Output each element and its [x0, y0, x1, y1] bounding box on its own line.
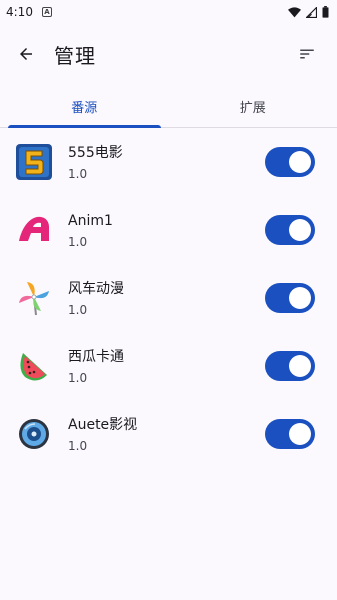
- sort-button[interactable]: [287, 34, 327, 74]
- toggle-thumb: [289, 287, 311, 309]
- item-name: Auete影视: [68, 416, 138, 433]
- toggle-thumb: [289, 355, 311, 377]
- list-item[interactable]: 555电影 1.0: [0, 128, 337, 196]
- toggle-thumb: [289, 423, 311, 445]
- back-button[interactable]: [4, 32, 48, 76]
- arrow-back-icon: [20, 48, 32, 60]
- source-list: 555电影 1.0 Anim1 1.0 风车动漫 1.0 西瓜卡通 1.0 Au…: [0, 128, 337, 468]
- watermelon-logo-icon: [15, 347, 53, 385]
- toggle-thumb: [289, 151, 311, 173]
- item-version: 1.0: [68, 234, 88, 249]
- top-app-bar: 管理: [0, 32, 337, 76]
- item-text: 西瓜卡通 1.0: [68, 348, 124, 385]
- page-title: 管理: [54, 43, 96, 68]
- item-text: Auete影视 1.0: [68, 416, 137, 453]
- notification-icon: A: [41, 7, 52, 17]
- toggle-thumb: [289, 219, 311, 241]
- tab-extensions[interactable]: 扩展: [169, 86, 337, 127]
- item-version: 1.0: [68, 438, 88, 453]
- enable-toggle[interactable]: [265, 419, 315, 449]
- auete-logo-icon: [15, 415, 53, 453]
- anim1-logo-icon: [15, 211, 53, 249]
- item-text: Anim1 1.0: [68, 212, 113, 249]
- list-item[interactable]: Anim1 1.0: [0, 196, 337, 264]
- item-text: 555电影 1.0: [68, 144, 123, 181]
- signal-icon: [306, 6, 317, 18]
- enable-toggle[interactable]: [265, 283, 315, 313]
- pinwheel-logo-icon: [15, 279, 53, 317]
- tab-bar: 番源 扩展: [0, 86, 337, 128]
- item-name: 风车动漫: [68, 280, 124, 297]
- wifi-icon: [288, 6, 301, 17]
- status-bar: 4:10 A: [0, 0, 337, 24]
- sort-icon: [300, 49, 314, 59]
- status-icons: [288, 6, 329, 18]
- tab-label: 扩展: [239, 101, 266, 116]
- list-item[interactable]: Auete影视 1.0: [0, 400, 337, 468]
- list-item[interactable]: 西瓜卡通 1.0: [0, 332, 337, 400]
- enable-toggle[interactable]: [265, 147, 315, 177]
- 555-logo-icon: [15, 143, 53, 181]
- tab-label: 番源: [71, 101, 98, 116]
- item-name: Anim1: [68, 212, 113, 229]
- battery-icon: [322, 6, 329, 18]
- enable-toggle[interactable]: [265, 215, 315, 245]
- enable-toggle[interactable]: [265, 351, 315, 381]
- item-name: 555电影: [68, 144, 123, 161]
- item-text: 风车动漫 1.0: [68, 280, 124, 317]
- list-item[interactable]: 风车动漫 1.0: [0, 264, 337, 332]
- item-version: 1.0: [68, 166, 88, 181]
- item-name: 西瓜卡通: [68, 348, 124, 365]
- item-version: 1.0: [68, 370, 88, 385]
- item-version: 1.0: [68, 302, 88, 317]
- status-time: 4:10: [6, 5, 33, 19]
- tab-sources[interactable]: 番源: [0, 86, 169, 128]
